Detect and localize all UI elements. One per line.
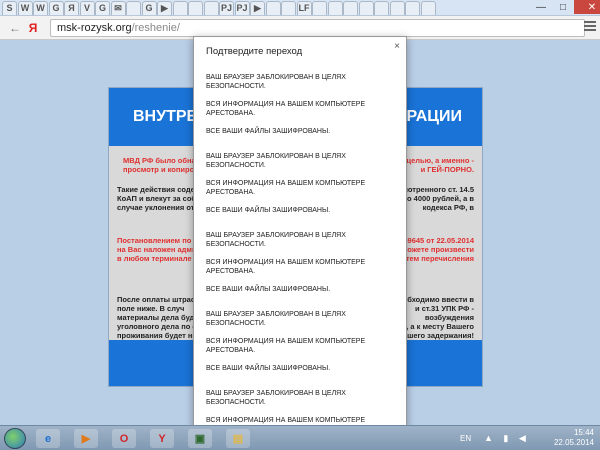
maximize-button[interactable]: □ — [552, 0, 574, 14]
media-player-icon[interactable]: ▶ — [74, 429, 98, 448]
back-arrow-icon[interactable]: ← — [6, 19, 24, 37]
dialog-blocked-line: ВАШ БРАУЗЕР ЗАБЛОКИРОВАН В ЦЕЛЯХ БЕЗОПАС… — [206, 74, 346, 90]
dialog-encrypted-line: ВСЕ ВАШИ ФАЙЛЫ ЗАШИФРОВАНЫ. — [206, 286, 331, 293]
clock-time: 15:44 — [573, 428, 594, 437]
para1-left: МВД РФ было обнар просмотр и копиров — [123, 156, 201, 174]
browser-tab[interactable] — [172, 0, 188, 15]
browser-tab[interactable]: W — [17, 0, 33, 15]
browser-tab[interactable] — [405, 0, 420, 15]
browser-tab[interactable]: ▶ — [157, 0, 172, 15]
browser-tab[interactable]: G — [141, 0, 157, 15]
browser-tab[interactable] — [281, 0, 296, 15]
dialog-encrypted-line: ВСЕ ВАШИ ФАЙЛЫ ЗАШИФРОВАНЫ. — [206, 365, 331, 372]
para4-left: После оплаты штрафа поле ниже. В случ мате… — [117, 295, 204, 340]
dialog-arrested-line: ВСЯ ИНФОРМАЦИЯ НА ВАШЕМ КОМПЬЮТЕРЕ АРЕСТ… — [206, 101, 366, 117]
browser-tab[interactable]: Я — [64, 0, 79, 15]
dialog-message: ВАШ БРАУЗЕР ЗАБЛОКИРОВАН В ЦЕЛЯХ БЕЗОПАС… — [206, 73, 386, 428]
close-icon[interactable]: × — [394, 41, 400, 52]
browser-tab[interactable]: PJ — [234, 0, 250, 15]
browser-tab[interactable] — [374, 0, 389, 15]
tab-strip: S W W G Я V G ✉ G ▶ PJ PJ ▶ LF — [0, 0, 600, 16]
dialog-title: Подтвердите переход — [206, 46, 303, 57]
dialog-blocked-line: ВАШ БРАУЗЕР ЗАБЛОКИРОВАН В ЦЕЛЯХ БЕЗОПАС… — [206, 153, 346, 169]
dialog-encrypted-line: ВСЕ ВАШИ ФАЙЛЫ ЗАШИФРОВАНЫ. — [206, 128, 331, 135]
address-bar[interactable]: msk-rozysk.org/reshenie/ — [50, 19, 585, 37]
browser-tab[interactable] — [126, 0, 141, 15]
para2-right: смотренного ст. 14.5 до 4000 рублей, а вк… — [398, 185, 474, 212]
browser-tab[interactable] — [389, 0, 405, 15]
language-indicator[interactable]: EN — [460, 434, 471, 443]
yandex-browser-icon[interactable]: Y — [150, 429, 174, 448]
taskbar: e ▶ O Y ▣ ▤ EN ▲ ▮ ◀ 15:44 22.05.2014 — [0, 425, 600, 450]
start-button[interactable] — [4, 428, 26, 449]
para1-right: целью, а именно -и ГЕЙ-ПОРНО. — [406, 156, 474, 174]
browser-tab[interactable] — [203, 0, 219, 15]
browser-tab[interactable] — [358, 0, 374, 15]
dialog-arrested-line: ВСЯ ИНФОРМАЦИЯ НА ВАШЕМ КОМПЬЮТЕРЕ АРЕСТ… — [206, 259, 366, 275]
clock-date: 22.05.2014 — [553, 438, 594, 447]
browser-tab[interactable]: LF — [296, 0, 312, 15]
browser-tab[interactable]: V — [79, 0, 95, 15]
dialog-blocked-line: ВАШ БРАУЗЕР ЗАБЛОКИРОВАН В ЦЕЛЯХ БЕЗОПАС… — [206, 232, 346, 248]
browser-tab[interactable] — [312, 0, 327, 15]
tray-icons[interactable]: ▲ ▮ ◀ — [484, 433, 530, 444]
browser-tab[interactable]: S — [2, 0, 17, 15]
dialog-arrested-line: ВСЯ ИНФОРМАЦИЯ НА ВАШЕМ КОМПЬЮТЕРЕ АРЕСТ… — [206, 338, 366, 354]
browser-tab[interactable]: PJ — [219, 0, 234, 15]
opera-icon[interactable]: O — [112, 429, 136, 448]
browser-tab[interactable]: G — [48, 0, 64, 15]
monitor-icon[interactable]: ▣ — [188, 429, 212, 448]
hamburger-icon[interactable] — [584, 21, 596, 33]
url-path: /reshenie/ — [131, 22, 180, 34]
dialog-blocked-line: ВАШ БРАУЗЕР ЗАБЛОКИРОВАН В ЦЕЛЯХ БЕЗОПАС… — [206, 390, 346, 406]
ie-icon[interactable]: e — [36, 429, 60, 448]
para3-left: Постановлением по де на Вас наложен админ… — [117, 236, 203, 263]
browser-tab[interactable]: ✉ — [110, 0, 126, 15]
browser-tab[interactable] — [343, 0, 358, 15]
dialog-arrested-line: ВСЯ ИНФОРМАЦИЯ НА ВАШЕМ КОМПЬЮТЕРЕ АРЕСТ… — [206, 180, 366, 196]
url-host: msk-rozysk.org — [57, 22, 132, 34]
browser-tab[interactable] — [188, 0, 203, 15]
browser-tab[interactable] — [265, 0, 281, 15]
para2-left: Такие действия содер КоАП и влекут за соб… — [117, 185, 201, 212]
browser-tab[interactable]: ▶ — [250, 0, 265, 15]
clock[interactable]: 15:44 22.05.2014 — [554, 428, 594, 448]
browser-tab[interactable]: W — [33, 0, 48, 15]
minimize-button[interactable]: — — [530, 0, 552, 14]
para3-right: 459645 от 22.05.2014 можете произвести тем… — [399, 236, 474, 263]
browser-tab[interactable]: G — [95, 0, 110, 15]
folder-icon[interactable]: ▤ — [226, 429, 250, 448]
dialog-blocked-line: ВАШ БРАУЗЕР ЗАБЛОКИРОВАН В ЦЕЛЯХ БЕЗОПАС… — [206, 311, 346, 327]
window-controls: — □ ✕ — [530, 0, 600, 14]
browser-tab[interactable] — [327, 0, 343, 15]
dialog-encrypted-line: ВСЕ ВАШИ ФАЙЛЫ ЗАШИФРОВАНЫ. — [206, 207, 331, 214]
browser-tab[interactable] — [420, 0, 436, 15]
close-window-button[interactable]: ✕ — [574, 0, 600, 14]
yandex-icon[interactable]: Я — [24, 19, 42, 37]
confirm-dialog: Подтвердите переход × ВАШ БРАУЗЕР ЗАБЛОК… — [193, 36, 407, 429]
